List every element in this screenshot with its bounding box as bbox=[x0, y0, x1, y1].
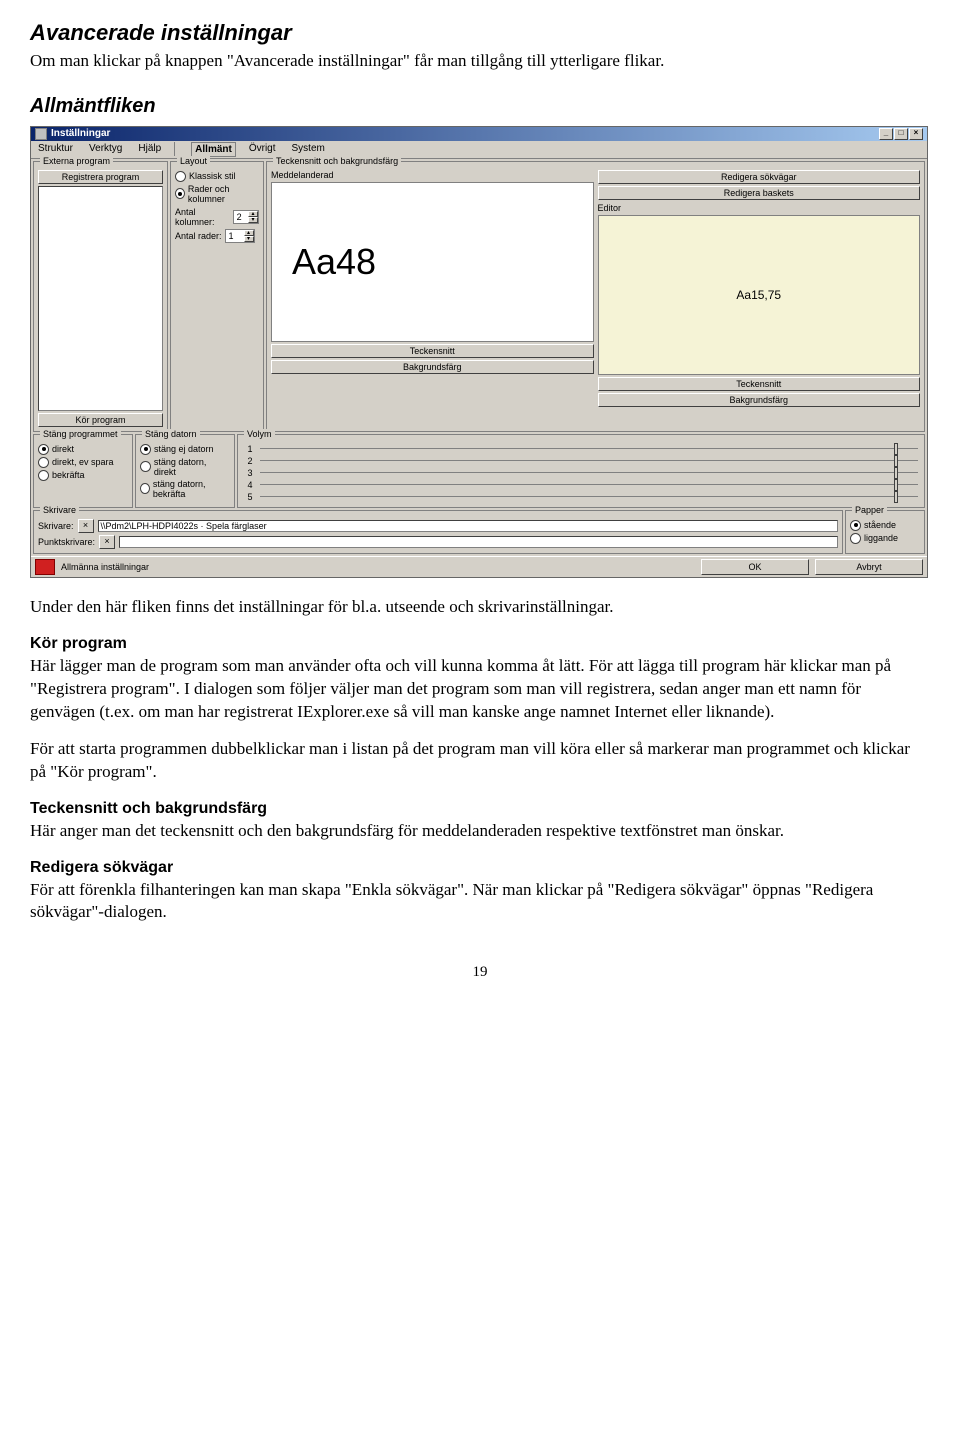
avbryt-button[interactable]: Avbryt bbox=[815, 559, 923, 575]
printer-field[interactable]: \\Pdm2\LPH-HDPI4022s · Spela färglaser bbox=[98, 520, 838, 532]
radio-liggande[interactable]: liggande bbox=[850, 532, 920, 545]
editor-label: Editor bbox=[598, 203, 921, 213]
titlebar: Inställningar _ □ × bbox=[31, 127, 927, 141]
dots-x-button[interactable]: × bbox=[99, 535, 115, 549]
font-preview-big: Aa48 bbox=[271, 182, 594, 342]
volume-slider-4[interactable]: 4 bbox=[242, 479, 920, 491]
app-icon bbox=[35, 128, 47, 140]
tab-allmant[interactable]: Allmänt bbox=[191, 142, 236, 157]
tab-ovrigt[interactable]: Övrigt bbox=[246, 142, 279, 157]
rows-label: Antal rader: bbox=[175, 231, 222, 241]
externa-program-list[interactable] bbox=[38, 186, 163, 411]
radio-direkt-spara[interactable]: direkt, ev spara bbox=[38, 456, 128, 469]
volume-slider-5[interactable]: 5 bbox=[242, 491, 920, 503]
statusbar-text: Allmänna inställningar bbox=[61, 562, 149, 572]
font-preview-small: Aa15,75 bbox=[598, 215, 921, 375]
menu-struktur[interactable]: Struktur bbox=[35, 142, 76, 157]
kor-p1: Här lägger man de program som man använd… bbox=[30, 655, 930, 724]
paper-legend: Papper bbox=[852, 505, 887, 515]
radio-direkt[interactable]: direkt bbox=[38, 443, 128, 456]
basic-settings-icon[interactable] bbox=[35, 559, 55, 575]
radio-bekrafta[interactable]: bekräfta bbox=[38, 469, 128, 482]
printer-label: Skrivare: bbox=[38, 521, 74, 531]
bakgrundsfarg-button-1[interactable]: Bakgrundsfärg bbox=[271, 360, 594, 374]
menu-hjalp[interactable]: Hjälp bbox=[135, 142, 164, 157]
menubar: Struktur Verktyg Hjälp Allmänt Övrigt Sy… bbox=[31, 141, 927, 159]
bakgrundsfarg-button-2[interactable]: Bakgrundsfärg bbox=[598, 393, 921, 407]
heading-allmant: Allmäntfliken bbox=[30, 95, 930, 118]
maximize-button[interactable]: □ bbox=[894, 128, 908, 140]
redigera-baskets-button[interactable]: Redigera baskets bbox=[598, 186, 921, 200]
volume-legend: Volym bbox=[244, 429, 275, 439]
registrera-program-button[interactable]: Registrera program bbox=[38, 170, 163, 184]
printer-x-button[interactable]: × bbox=[78, 519, 94, 533]
kor-program-button[interactable]: Kör program bbox=[38, 413, 163, 427]
radio-ej-datorn[interactable]: stäng ej datorn bbox=[140, 443, 230, 456]
ok-button[interactable]: OK bbox=[701, 559, 809, 575]
under-paragraph: Under den här fliken finns det inställni… bbox=[30, 596, 930, 619]
close-pc-legend: Stäng datorn bbox=[142, 429, 200, 439]
menu-verktyg[interactable]: Verktyg bbox=[86, 142, 125, 157]
dots-printer-label: Punktskrivare: bbox=[38, 537, 95, 547]
statusbar: Allmänna inställningar OK Avbryt bbox=[31, 556, 927, 577]
font-p: Här anger man det teckensnitt och den ba… bbox=[30, 820, 930, 843]
rows-spinner[interactable]: 1▴▾ bbox=[225, 229, 255, 243]
layout-legend: Layout bbox=[177, 156, 210, 166]
volume-slider-3[interactable]: 3 bbox=[242, 467, 920, 479]
cols-label: Antal kolumner: bbox=[175, 207, 230, 227]
close-button[interactable]: × bbox=[909, 128, 923, 140]
section-teckensnitt: Teckensnitt och bakgrundsfärg bbox=[30, 800, 930, 818]
fontbg-legend: Teckensnitt och bakgrundsfärg bbox=[273, 156, 401, 166]
cols-spinner[interactable]: 2▴▾ bbox=[233, 210, 259, 224]
printer-legend: Skrivare bbox=[40, 505, 79, 515]
teckensnitt-button-2[interactable]: Teckensnitt bbox=[598, 377, 921, 391]
section-kor-program: Kör program bbox=[30, 635, 930, 653]
redigera-sokvagar-button[interactable]: Redigera sökvägar bbox=[598, 170, 921, 184]
settings-window: Inställningar _ □ × Struktur Verktyg Hjä… bbox=[30, 126, 928, 578]
tab-system[interactable]: System bbox=[289, 142, 328, 157]
volume-slider-1[interactable]: 1 bbox=[242, 443, 920, 455]
radio-stang-direkt[interactable]: stäng datorn, direkt bbox=[140, 456, 230, 478]
kor-p2: För att starta programmen dubbelklickar … bbox=[30, 738, 930, 784]
volume-slider-2[interactable]: 2 bbox=[242, 455, 920, 467]
page-number: 19 bbox=[30, 964, 930, 981]
externa-legend: Externa program bbox=[40, 156, 113, 166]
radio-staende[interactable]: stående bbox=[850, 519, 920, 532]
window-title: Inställningar bbox=[51, 128, 110, 139]
radio-klassisk[interactable]: Klassisk stil bbox=[175, 170, 259, 183]
paths-p: För att förenkla filhanteringen kan man … bbox=[30, 879, 930, 925]
section-redigera-sokvagar: Redigera sökvägar bbox=[30, 859, 930, 877]
minimize-button[interactable]: _ bbox=[879, 128, 893, 140]
msg-label: Meddelanderad bbox=[271, 170, 594, 180]
close-prog-legend: Stäng programmet bbox=[40, 429, 121, 439]
dots-printer-field[interactable] bbox=[119, 536, 838, 548]
teckensnitt-button-1[interactable]: Teckensnitt bbox=[271, 344, 594, 358]
radio-stang-bekrafta[interactable]: stäng datorn, bekräfta bbox=[140, 478, 230, 500]
intro-paragraph: Om man klickar på knappen "Avancerade in… bbox=[30, 50, 930, 73]
radio-rader[interactable]: Rader och kolumner bbox=[175, 183, 259, 205]
heading-advanced: Avancerade inställningar bbox=[30, 20, 930, 46]
